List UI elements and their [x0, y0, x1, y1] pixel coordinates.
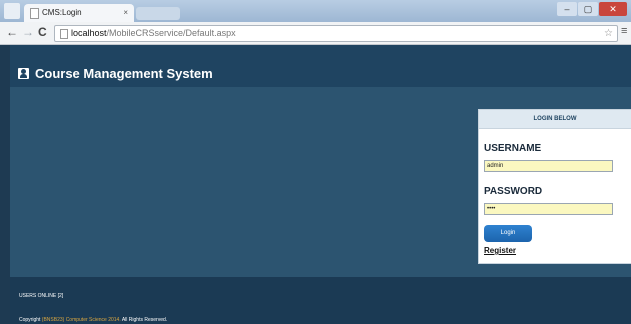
url-host: localhost — [71, 28, 107, 38]
url-path: /MobileCRSservice/Default.aspx — [106, 28, 236, 38]
copyright-suffix: All Rights Reserved. — [120, 317, 168, 323]
site-header: Course Management System — [10, 45, 631, 87]
tab-title: CMS:Login — [42, 8, 82, 17]
site-title: Course Management System — [35, 66, 213, 81]
address-bar[interactable]: localhost/MobileCRSservice/Default.aspx … — [54, 25, 618, 42]
browser-titlebar: CMS:Login × – ▢ ✕ — [0, 0, 631, 22]
forward-arrow-icon[interactable]: → — [22, 25, 34, 39]
username-field[interactable]: admin — [484, 160, 613, 172]
browser-profile-icon[interactable] — [4, 3, 20, 19]
minimize-button[interactable]: – — [557, 2, 577, 16]
url-text: localhost/MobileCRSservice/Default.aspx — [71, 26, 236, 41]
browser-menu-icon[interactable]: ≡ — [621, 25, 627, 37]
copyright-text: Copyright (BNSB23) Computer Science 2014… — [19, 317, 167, 323]
reload-icon[interactable]: C — [38, 25, 47, 39]
maximize-button[interactable]: ▢ — [578, 2, 598, 16]
browser-tab[interactable]: CMS:Login × — [24, 4, 134, 22]
login-panel: LOGIN BELOW USERNAME admin PASSWORD ••••… — [478, 109, 631, 264]
site-footer: USERS ONLINE [2] Copyright (BNSB23) Comp… — [10, 277, 631, 324]
copyright-org: (BNSB23) Computer Science 2014. — [41, 317, 121, 323]
user-icon — [18, 68, 29, 79]
users-online-text: USERS ONLINE [2] — [19, 293, 64, 299]
bookmark-star-icon[interactable]: ☆ — [604, 26, 613, 41]
login-panel-title: LOGIN BELOW — [479, 110, 631, 129]
browser-toolbar: ← → C localhost/MobileCRSservice/Default… — [0, 22, 631, 45]
copyright-prefix: Copyright — [19, 317, 42, 323]
new-tab-button[interactable] — [136, 7, 180, 20]
back-arrow-icon[interactable]: ← — [6, 25, 18, 39]
password-field[interactable]: •••• — [484, 203, 613, 215]
close-window-button[interactable]: ✕ — [599, 2, 627, 16]
login-button[interactable]: Login — [484, 225, 532, 242]
page-icon — [60, 29, 68, 39]
page-icon — [30, 8, 39, 19]
username-label: USERNAME — [484, 143, 542, 154]
register-link[interactable]: Register — [484, 246, 516, 255]
password-label: PASSWORD — [484, 186, 543, 197]
tab-close-icon[interactable]: × — [123, 4, 128, 22]
